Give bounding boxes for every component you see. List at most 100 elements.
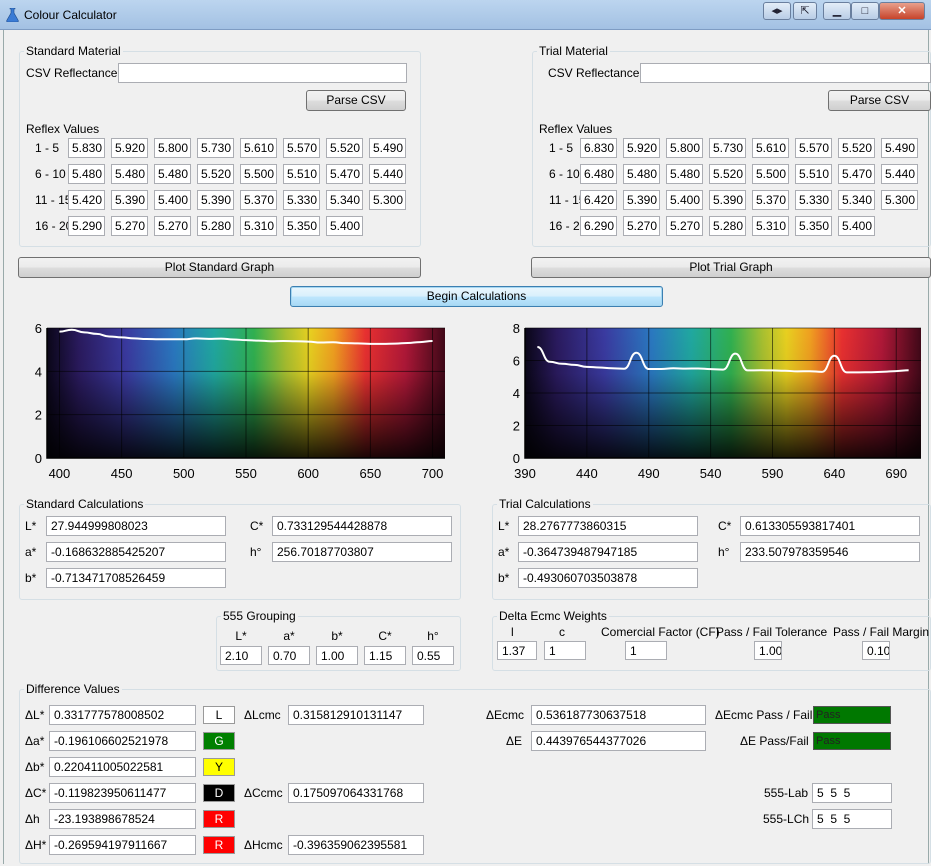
trial-reflex-value[interactable]: 5.520	[709, 164, 746, 184]
std-h-field[interactable]: 256.70187703807	[272, 542, 452, 562]
trial-reflex-value[interactable]: 5.270	[666, 216, 703, 236]
trial-reflex-value[interactable]: 5.370	[752, 190, 789, 210]
trial-reflex-value[interactable]: 5.520	[838, 138, 875, 158]
trial-reflex-value[interactable]: 5.390	[709, 190, 746, 210]
grouping-value[interactable]: 0.70	[268, 646, 310, 665]
da-field[interactable]: -0.196106602521978	[49, 731, 196, 751]
dE-field[interactable]: 0.443976544377026	[531, 731, 706, 751]
standard-reflex-value[interactable]: 5.830	[68, 138, 105, 158]
begin-calculations-button[interactable]: Begin Calculations	[290, 286, 663, 307]
weight-c-field[interactable]: 1	[544, 641, 586, 660]
dCcmc-field[interactable]: 0.175097064331768	[288, 783, 424, 803]
standard-reflex-value[interactable]: 5.920	[111, 138, 148, 158]
trial-C-field[interactable]: 0.613305593817401	[740, 516, 920, 536]
grouping-value[interactable]: 1.15	[364, 646, 406, 665]
standard-reflex-value[interactable]: 5.420	[68, 190, 105, 210]
trial-a-field[interactable]: -0.364739487947185	[518, 542, 698, 562]
standard-reflex-value[interactable]: 5.290	[68, 216, 105, 236]
standard-reflex-value[interactable]: 5.310	[240, 216, 277, 236]
trial-reflex-value[interactable]: 5.400	[838, 216, 875, 236]
standard-reflex-value[interactable]: 5.480	[154, 164, 191, 184]
maximize-button[interactable]: □	[851, 2, 879, 20]
standard-reflex-value[interactable]: 5.390	[111, 190, 148, 210]
trial-reflex-value[interactable]: 5.500	[752, 164, 789, 184]
restore-button[interactable]: ◂▸	[763, 2, 791, 20]
standard-reflex-value[interactable]: 5.340	[326, 190, 363, 210]
standard-reflex-value[interactable]: 5.280	[197, 216, 234, 236]
dH-field[interactable]: -0.269594197911667	[49, 835, 196, 855]
standard-reflex-value[interactable]: 5.370	[240, 190, 277, 210]
plot-trial-graph-button[interactable]: Plot Trial Graph	[531, 257, 931, 278]
standard-reflex-value[interactable]: 5.470	[326, 164, 363, 184]
grouping-value[interactable]: 2.10	[220, 646, 262, 665]
trial-reflex-value[interactable]: 6.480	[580, 164, 617, 184]
dLcmc-field[interactable]: 0.315812910131147	[288, 705, 424, 725]
standard-reflex-value[interactable]: 5.490	[369, 138, 406, 158]
trial-reflex-value[interactable]: 5.800	[666, 138, 703, 158]
trial-reflex-value[interactable]: 5.480	[623, 164, 660, 184]
trial-L-field[interactable]: 28.2767773860315	[518, 516, 698, 536]
trial-h-field[interactable]: 233.507978359546	[740, 542, 920, 562]
std-parse-csv-button[interactable]: Parse CSV	[306, 90, 406, 111]
trial-b-field[interactable]: -0.493060703503878	[518, 568, 698, 588]
grouping-value[interactable]: 1.00	[316, 646, 358, 665]
plot-standard-graph-button[interactable]: Plot Standard Graph	[18, 257, 421, 278]
trial-reflex-value[interactable]: 5.510	[795, 164, 832, 184]
standard-reflex-value[interactable]: 5.800	[154, 138, 191, 158]
cf-field[interactable]: 1	[625, 641, 667, 660]
weight-l-field[interactable]: 1.37	[497, 641, 537, 660]
standard-reflex-value[interactable]: 5.500	[240, 164, 277, 184]
standard-reflex-value[interactable]: 5.270	[111, 216, 148, 236]
trial-reflex-value[interactable]: 5.300	[881, 190, 918, 210]
trial-reflex-value[interactable]: 5.440	[881, 164, 918, 184]
dC-field[interactable]: -0.119823950611477	[49, 783, 196, 803]
trial-reflex-value[interactable]: 5.610	[752, 138, 789, 158]
std-b-field[interactable]: -0.713471708526459	[46, 568, 226, 588]
trial-reflex-value[interactable]: 5.920	[623, 138, 660, 158]
minimize-button[interactable]: ▁	[823, 2, 851, 20]
std-C-field[interactable]: 0.733129544428878	[272, 516, 452, 536]
standard-reflex-value[interactable]: 5.330	[283, 190, 320, 210]
standard-reflex-value[interactable]: 5.440	[369, 164, 406, 184]
trial-parse-csv-button[interactable]: Parse CSV	[828, 90, 931, 111]
standard-reflex-value[interactable]: 5.570	[283, 138, 320, 158]
standard-reflex-value[interactable]: 5.480	[111, 164, 148, 184]
standard-reflex-value[interactable]: 5.520	[197, 164, 234, 184]
standard-reflex-value[interactable]: 5.350	[283, 216, 320, 236]
close-button[interactable]: ✕	[879, 2, 925, 20]
trial-reflex-value[interactable]: 5.480	[666, 164, 703, 184]
trial-reflex-value[interactable]: 5.470	[838, 164, 875, 184]
std-L-field[interactable]: 27.944999808023	[46, 516, 226, 536]
standard-reflex-value[interactable]: 5.300	[369, 190, 406, 210]
trial-csv-input[interactable]	[640, 63, 931, 83]
trial-reflex-value[interactable]: 5.270	[623, 216, 660, 236]
lab555-field[interactable]: 5 5 5	[812, 783, 892, 803]
lch555-field[interactable]: 5 5 5	[812, 809, 892, 829]
standard-reflex-value[interactable]: 5.400	[326, 216, 363, 236]
std-a-field[interactable]: -0.168632885425207	[46, 542, 226, 562]
standard-reflex-value[interactable]: 5.610	[240, 138, 277, 158]
trial-reflex-value[interactable]: 5.730	[709, 138, 746, 158]
std-csv-input[interactable]	[118, 63, 407, 83]
standard-reflex-value[interactable]: 5.520	[326, 138, 363, 158]
dHcmc-field[interactable]: -0.396359062395581	[288, 835, 424, 855]
dEcmc-field[interactable]: 0.536187730637518	[531, 705, 706, 725]
dh-field[interactable]: -23.193898678524	[49, 809, 196, 829]
trial-reflex-value[interactable]: 5.330	[795, 190, 832, 210]
db-field[interactable]: 0.220411005022581	[49, 757, 196, 777]
tolerance-field[interactable]: 1.00	[754, 641, 782, 660]
trial-reflex-value[interactable]: 5.310	[752, 216, 789, 236]
standard-reflex-value[interactable]: 5.510	[283, 164, 320, 184]
standard-reflex-value[interactable]: 5.730	[197, 138, 234, 158]
grouping-value[interactable]: 0.55	[412, 646, 454, 665]
trial-reflex-value[interactable]: 6.420	[580, 190, 617, 210]
trial-reflex-value[interactable]: 5.570	[795, 138, 832, 158]
trial-reflex-value[interactable]: 6.830	[580, 138, 617, 158]
export-button[interactable]: ⇱	[793, 2, 817, 20]
margin-field[interactable]: 0.10	[862, 641, 890, 660]
trial-reflex-value[interactable]: 5.340	[838, 190, 875, 210]
trial-reflex-value[interactable]: 5.280	[709, 216, 746, 236]
trial-reflex-value[interactable]: 5.400	[666, 190, 703, 210]
trial-reflex-value[interactable]: 5.350	[795, 216, 832, 236]
standard-reflex-value[interactable]: 5.390	[197, 190, 234, 210]
